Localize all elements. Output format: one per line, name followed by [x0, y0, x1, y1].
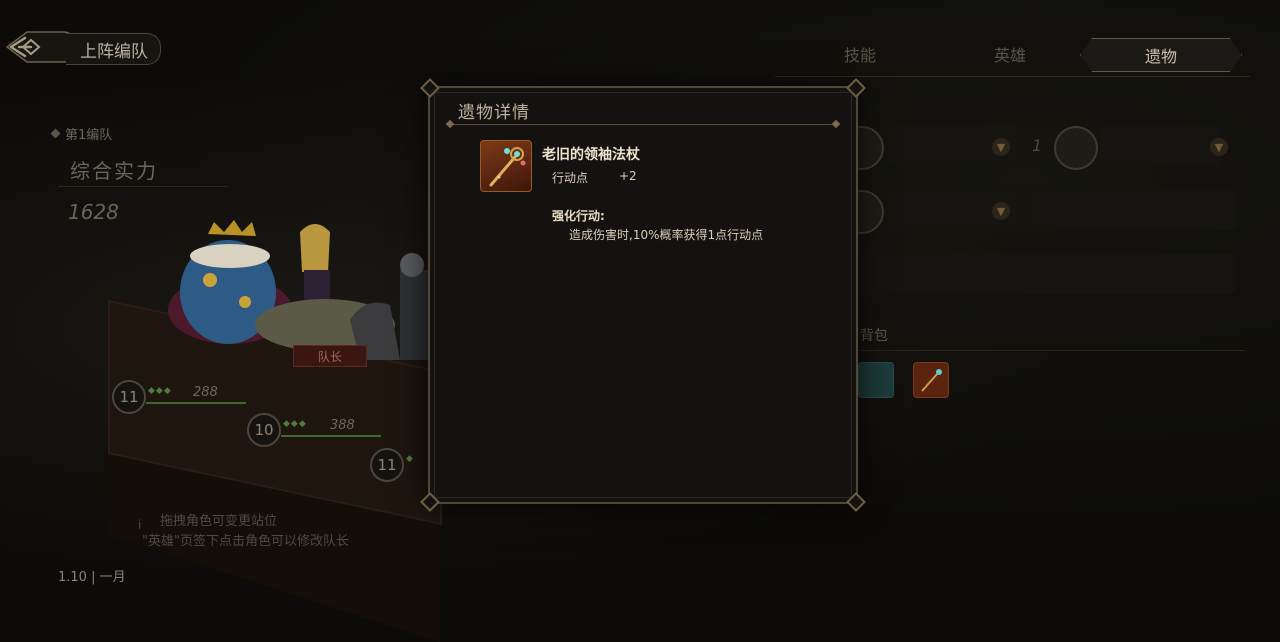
- title-divider: [450, 124, 836, 125]
- tips: ⅰ 拖拽角色可变更站位 "英雄"页签下点击角色可以修改队长: [138, 512, 349, 552]
- star-rating: ◆: [406, 454, 414, 464]
- staff-icon: [921, 369, 942, 392]
- hero-avatar[interactable]: [1054, 126, 1098, 170]
- captain-tag: 队长: [293, 345, 367, 367]
- relic-slot[interactable]: [1100, 126, 1220, 166]
- stat-value: +2: [619, 169, 637, 183]
- star-rating: ◆◆◆: [283, 419, 307, 429]
- divider: [775, 76, 1250, 77]
- bag-item[interactable]: [858, 362, 894, 398]
- star-rating: ◆◆◆: [148, 386, 172, 396]
- relic-slot-row: ▼: [840, 190, 1238, 236]
- back-button[interactable]: [0, 26, 72, 68]
- slot-number: 1: [1032, 136, 1043, 155]
- hero-level-badge[interactable]: 11: [112, 380, 146, 414]
- info-icon: ⅰ: [138, 518, 142, 532]
- relic-slot-row: [858, 254, 1238, 300]
- hero-power: 288: [193, 385, 218, 400]
- item-icon: [480, 140, 532, 192]
- tab-relics[interactable]: 遗物: [1080, 38, 1242, 72]
- tab-heroes[interactable]: 英雄: [960, 38, 1060, 70]
- power-value: 1628: [68, 200, 119, 224]
- tip-line: "英雄"页签下点击角色可以修改队长: [142, 534, 349, 549]
- relic-slot-row: ▼ 1 ▼: [840, 126, 1238, 172]
- staff-icon: [489, 147, 526, 187]
- relic-detail-modal: 遗物详情 老旧的领袖法杖 行动点 +2 强化行动: 造成伤害时,10%概率获得1…: [420, 78, 866, 512]
- chevron-down-icon[interactable]: ▼: [992, 202, 1010, 220]
- bag-label: 背包: [860, 328, 888, 344]
- tab-skills[interactable]: 技能: [810, 38, 910, 70]
- item-name: 老旧的领袖法杖: [542, 147, 640, 163]
- chevron-down-icon[interactable]: ▼: [992, 138, 1010, 156]
- divider: [58, 186, 228, 187]
- hero-sprites[interactable]: [150, 210, 430, 410]
- stat-label: 行动点: [552, 171, 589, 185]
- hero-power: 388: [330, 418, 355, 433]
- divider: [860, 350, 1245, 351]
- power-label: 综合实力: [70, 159, 158, 183]
- hero-level-badge[interactable]: 10: [247, 413, 281, 447]
- hp-bar: [281, 435, 381, 437]
- tip-line: 拖拽角色可变更站位: [160, 514, 278, 529]
- modal-title: 遗物详情: [458, 103, 530, 123]
- page-title: 上阵编队: [66, 33, 161, 65]
- back-arrow-icon: [5, 31, 71, 63]
- chevron-down-icon[interactable]: ▼: [1210, 138, 1228, 156]
- effect-title: 强化行动:: [552, 209, 605, 223]
- effect-description: 造成伤害时,10%概率获得1点行动点: [569, 228, 764, 242]
- bag-item-staff[interactable]: [913, 362, 949, 398]
- diamond-icon: [50, 128, 61, 139]
- hp-bar: [146, 402, 246, 404]
- team-label-text: 第1编队: [65, 128, 113, 143]
- tab-bar: 技能 英雄 遗物: [790, 38, 1250, 74]
- team-label: 第1编队: [50, 124, 113, 143]
- hero-level-badge[interactable]: 11: [370, 448, 404, 482]
- relic-slot[interactable]: [1026, 190, 1236, 230]
- version-label: 1.10 | 一月: [58, 570, 126, 585]
- relic-slot[interactable]: [858, 254, 1236, 294]
